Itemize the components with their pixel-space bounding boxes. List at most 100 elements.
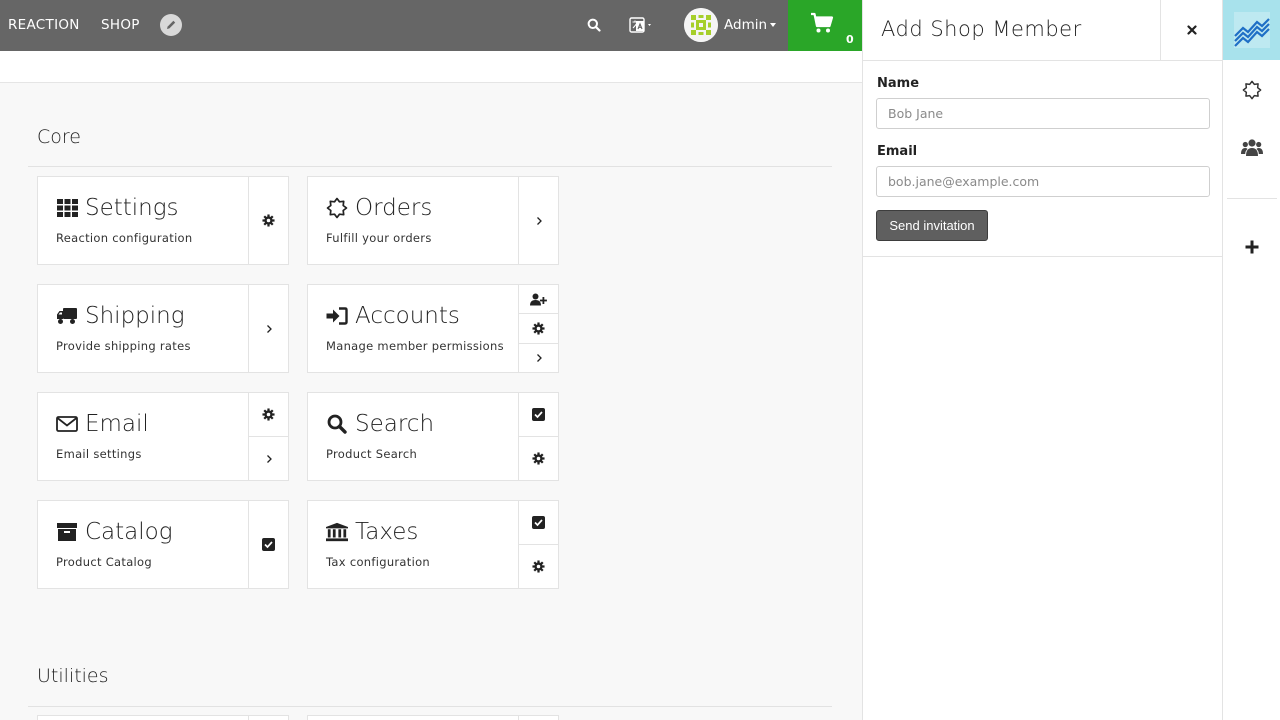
enable-toggle[interactable] <box>519 393 558 437</box>
card-title: Email <box>85 411 149 437</box>
open-button[interactable] <box>519 344 558 372</box>
package-card-taxes: Taxes Tax configuration <box>307 500 559 589</box>
card-body[interactable]: Email Email settings <box>38 393 249 480</box>
user-plus-icon <box>530 293 547 306</box>
card-body[interactable] <box>38 716 249 720</box>
user-menu[interactable]: Admin <box>684 8 777 42</box>
avatar-identicon-icon <box>684 8 718 42</box>
package-card-catalog: Catalog Product Catalog <box>37 500 289 589</box>
members-button[interactable] <box>1223 128 1280 168</box>
card-title: Settings <box>85 195 179 221</box>
add-member-panel: Add Shop Member Name Email Send invitati… <box>862 0 1222 720</box>
search-button[interactable] <box>587 17 603 33</box>
shop-settings-button[interactable] <box>1223 70 1280 110</box>
card-body[interactable]: Shipping Provide shipping rates <box>38 285 249 372</box>
card-title: Taxes <box>355 519 419 545</box>
card-body[interactable]: Search Product Search <box>308 393 519 480</box>
package-card-accounts: Accounts Manage member permissions <box>307 284 559 373</box>
gear-icon <box>532 322 545 335</box>
archive-icon <box>56 521 78 543</box>
add-button[interactable] <box>1223 227 1280 267</box>
card-title: Catalog <box>85 519 173 545</box>
card-description: Email settings <box>56 447 142 461</box>
avatar <box>684 8 718 42</box>
settings-button[interactable] <box>249 393 288 437</box>
package-card-search: Search Product Search <box>307 392 559 481</box>
add-member-button[interactable] <box>519 285 558 315</box>
name-input[interactable] <box>876 98 1210 129</box>
translate-icon <box>629 17 651 33</box>
dashboard-logo-icon <box>1234 12 1270 48</box>
card-body[interactable]: Accounts Manage member permissions <box>308 285 519 372</box>
users-icon <box>1241 139 1263 156</box>
shopping-cart-icon <box>811 12 834 33</box>
open-button[interactable] <box>519 177 558 264</box>
email-input[interactable] <box>876 166 1210 197</box>
open-button[interactable] <box>249 437 288 480</box>
close-icon <box>1186 25 1197 35</box>
card-body[interactable]: Taxes Tax configuration <box>308 501 519 588</box>
sun-icon <box>326 197 348 219</box>
name-label: Name <box>877 76 920 91</box>
package-card-partial <box>37 715 289 720</box>
caret-down-icon <box>770 23 777 27</box>
card-title: Orders <box>355 195 433 221</box>
send-invitation-button[interactable]: Send invitation <box>876 210 988 241</box>
checkbox-checked-icon <box>532 516 545 529</box>
checkbox-checked-icon <box>262 538 275 551</box>
open-button[interactable] <box>249 285 288 372</box>
language-selector[interactable] <box>629 15 655 35</box>
card-title: Accounts <box>355 303 460 329</box>
card-description: Manage member permissions <box>326 339 504 353</box>
enable-toggle[interactable] <box>249 501 288 588</box>
truck-icon <box>56 305 78 327</box>
section-divider <box>28 166 832 167</box>
sun-icon <box>1242 80 1262 100</box>
package-card-orders: Orders Fulfill your orders <box>307 176 559 265</box>
pencil-icon <box>167 20 176 29</box>
dashboard-button[interactable] <box>1223 0 1280 60</box>
bank-icon <box>326 521 348 543</box>
card-body[interactable] <box>308 716 519 720</box>
panel-divider <box>863 256 1222 257</box>
cart-count-badge: 0 <box>846 33 854 46</box>
edit-mode-button[interactable] <box>160 14 182 36</box>
card-description: Product Search <box>326 447 418 461</box>
chevron-right-icon <box>536 216 542 225</box>
section-title-core: Core <box>37 126 81 148</box>
top-navbar: REACTION SHOP Admin 0 <box>0 0 862 51</box>
settings-button[interactable] <box>249 177 288 264</box>
shop-link[interactable]: SHOP <box>101 17 140 33</box>
gear-icon <box>262 408 275 421</box>
package-card-email: Email Email settings <box>37 392 289 481</box>
settings-button[interactable] <box>519 314 558 344</box>
search-icon <box>587 18 601 32</box>
card-body[interactable]: Orders Fulfill your orders <box>308 177 519 264</box>
close-button[interactable] <box>1160 0 1222 60</box>
email-label: Email <box>877 144 918 159</box>
cart-button[interactable]: 0 <box>788 0 862 51</box>
card-body[interactable]: Settings Reaction configuration <box>38 177 249 264</box>
card-description: Provide shipping rates <box>56 339 191 353</box>
package-card-partial <box>307 715 559 720</box>
card-description: Fulfill your orders <box>326 231 432 245</box>
rail-divider <box>1227 198 1277 199</box>
envelope-icon <box>56 413 78 435</box>
search-icon <box>326 413 348 435</box>
brand-link[interactable]: REACTION <box>8 17 80 33</box>
admin-action-rail <box>1222 0 1280 720</box>
checkbox-checked-icon <box>532 408 545 421</box>
settings-button[interactable] <box>519 545 558 588</box>
card-description: Product Catalog <box>56 555 152 569</box>
card-title: Search <box>355 411 435 437</box>
grid-icon <box>56 197 78 219</box>
chevron-right-icon <box>266 324 272 333</box>
plus-icon <box>1245 240 1259 254</box>
enable-toggle[interactable] <box>519 501 558 545</box>
chevron-right-icon <box>266 454 272 463</box>
gear-icon <box>532 560 545 573</box>
settings-button[interactable] <box>519 437 558 480</box>
panel-header: Add Shop Member <box>863 0 1222 61</box>
card-body[interactable]: Catalog Product Catalog <box>38 501 249 588</box>
user-name: Admin <box>724 17 768 33</box>
